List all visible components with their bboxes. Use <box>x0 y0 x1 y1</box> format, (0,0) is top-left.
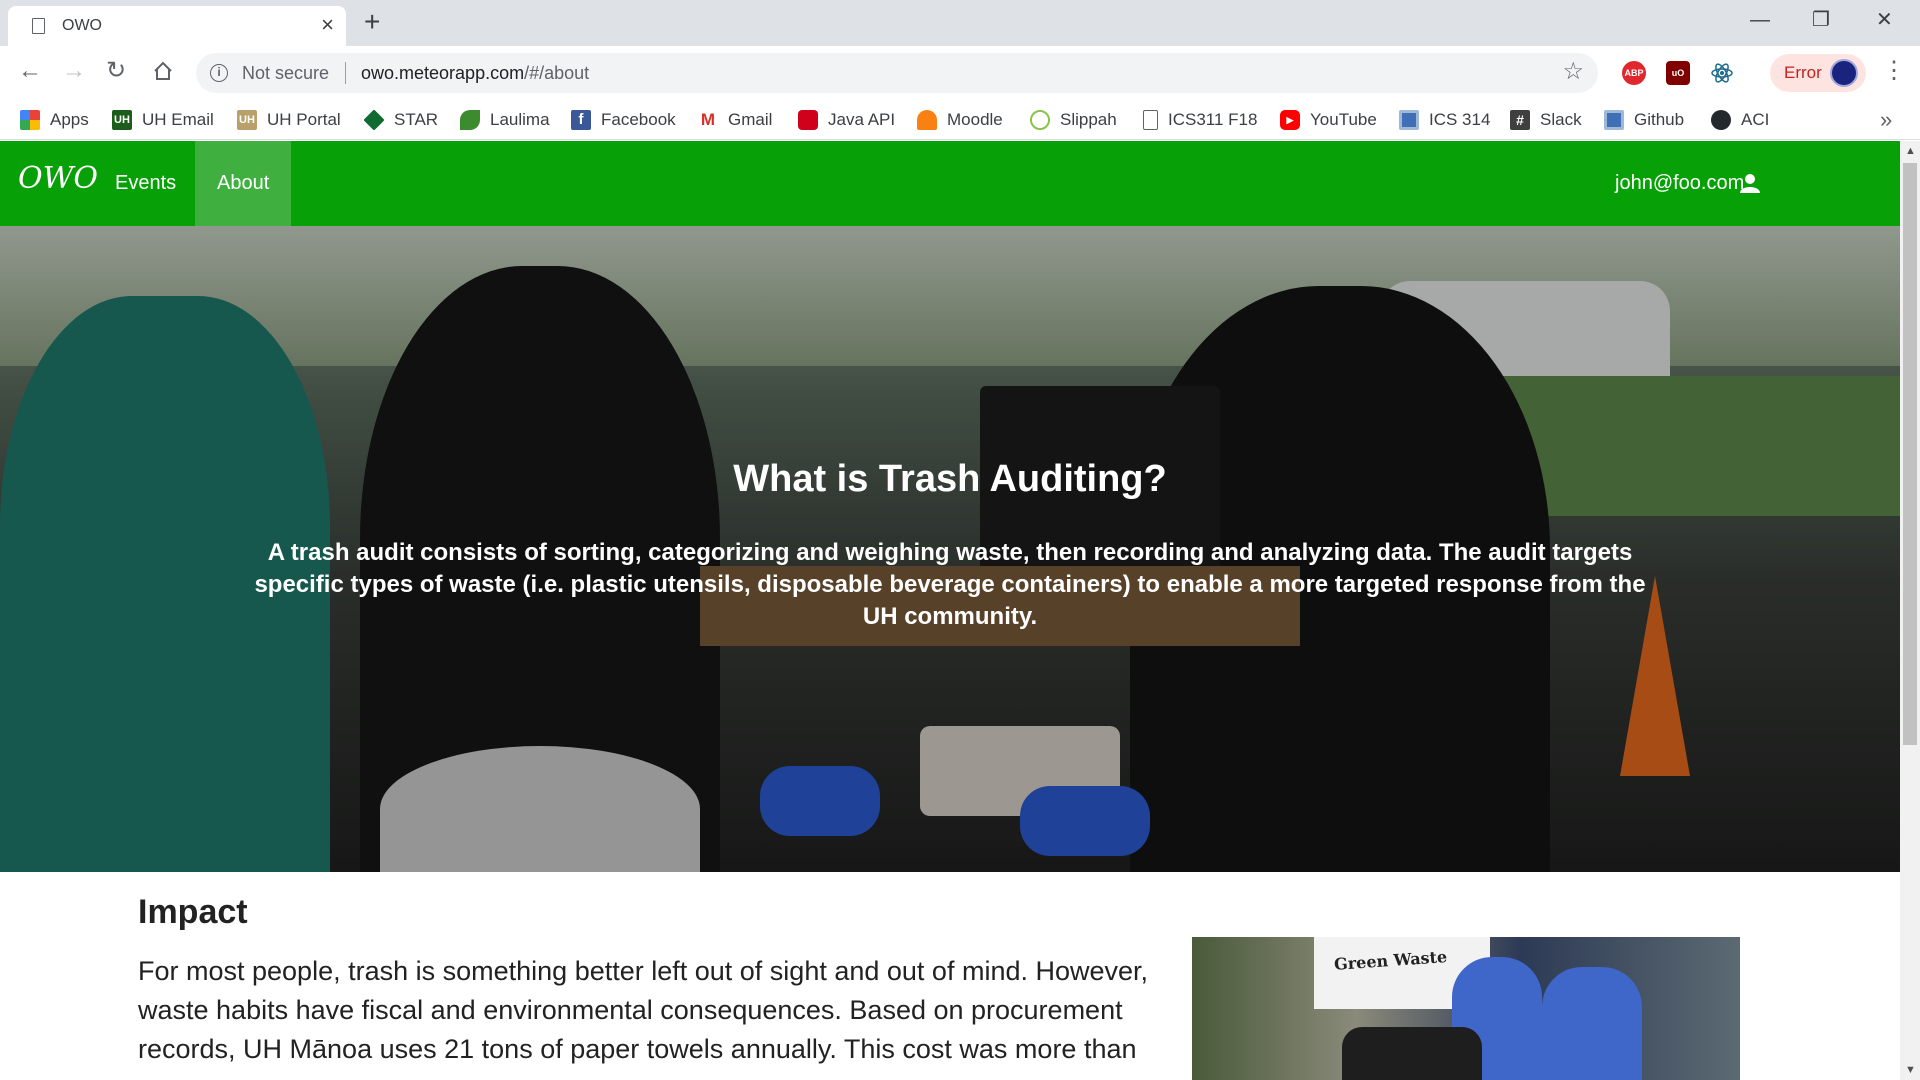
bookmark-label: Github <box>1634 110 1685 129</box>
leaf-icon <box>460 110 480 130</box>
hero-banner: What is Trash Auditing? A trash audit co… <box>0 226 1900 872</box>
minimize-icon[interactable]: — <box>1750 8 1770 32</box>
blue-glove <box>1542 967 1642 1080</box>
new-tab-button[interactable]: + <box>364 8 380 36</box>
browser-tab[interactable]: OWO × <box>8 6 346 46</box>
bookmark-uh-portal[interactable]: UH UH Portal <box>237 106 341 134</box>
forward-icon[interactable]: → <box>62 58 86 84</box>
bookmark-label: Facebook <box>601 110 676 129</box>
scroll-up-icon[interactable]: ▲ <box>1905 145 1916 157</box>
bookmark-label: STAR <box>394 110 439 129</box>
avatar <box>1830 59 1858 87</box>
youtube-icon: ▶ <box>1280 110 1300 130</box>
close-tab-icon[interactable]: × <box>321 14 334 36</box>
ublock-icon[interactable]: uO <box>1666 61 1690 85</box>
bookmark-ics311[interactable]: ICS311 F18 <box>1143 106 1257 134</box>
bookmarks-overflow-icon[interactable]: » <box>1880 106 1892 134</box>
kebab-menu-icon[interactable]: ⋮ <box>1882 56 1906 86</box>
url-path: /#/about <box>524 63 590 83</box>
bookmark-star-icon[interactable]: ☆ <box>1562 59 1584 85</box>
github-icon <box>1711 110 1731 130</box>
bookmark-label: UH Email <box>142 110 214 129</box>
scroll-down-icon[interactable]: ▼ <box>1905 1064 1916 1076</box>
bookmark-label: Java API <box>828 110 896 129</box>
bookmark-moodle[interactable]: Moodle <box>917 106 1003 134</box>
slippah-icon <box>1030 110 1050 130</box>
adblock-icon[interactable]: ABP <box>1622 61 1646 85</box>
trash-bag <box>1342 1027 1482 1080</box>
bookmark-facebook[interactable]: f Facebook <box>571 106 676 134</box>
bookmark-label: ICS311 F18 <box>1168 110 1258 129</box>
bookmark-java-api[interactable]: Java API <box>798 106 895 134</box>
bookmark-uh-email[interactable]: UH UH Email <box>112 106 214 134</box>
bookmark-ics314[interactable]: ICS 314 <box>1399 106 1490 134</box>
bookmark-label: Moodle <box>947 110 1003 129</box>
nav-about[interactable]: About <box>195 141 292 226</box>
bookmark-apps[interactable]: Apps <box>20 106 89 134</box>
bookmark-label: Slippah <box>1060 110 1117 129</box>
close-window-icon[interactable]: ✕ <box>1876 8 1893 32</box>
impact-photo: Green Waste <box>1192 937 1740 1080</box>
bookmark-label: ACI <box>1741 110 1770 129</box>
moodle-icon <box>917 110 937 130</box>
site-logo[interactable]: OWO <box>18 161 98 196</box>
bookmarks-bar: Apps UH UH Email UH UH Portal STAR Laulima… <box>0 100 1920 140</box>
nav-events[interactable]: Events <box>93 141 198 226</box>
hero-description: A trash audit consists of sorting, categ… <box>254 539 1646 630</box>
java-icon <box>798 110 818 130</box>
bookmark-slippah[interactable]: Slippah <box>1030 106 1117 134</box>
apps-grid-icon <box>20 110 40 130</box>
tab-strip: OWO × + — ❐ ✕ <box>0 0 1920 46</box>
slack-hash-icon: # <box>1510 110 1530 130</box>
blue-square-icon <box>1399 110 1419 130</box>
user-icon[interactable] <box>1740 173 1760 193</box>
sign-text: Green Waste <box>1333 947 1448 974</box>
uh-icon: UH <box>112 110 132 130</box>
home-icon[interactable] <box>152 60 174 82</box>
reload-icon[interactable]: ↻ <box>106 58 126 84</box>
bookmark-laulima[interactable]: Laulima <box>460 106 550 134</box>
page-scrollbar[interactable]: ▲ ▼ <box>1900 141 1920 1080</box>
react-devtools-icon[interactable] <box>1710 61 1734 85</box>
scroll-thumb[interactable] <box>1903 163 1917 745</box>
uh-icon: UH <box>237 110 257 130</box>
bookmark-label: Laulima <box>490 110 550 129</box>
bookmark-gmail[interactable]: M Gmail <box>698 106 772 134</box>
bookmark-label: Apps <box>50 110 89 129</box>
back-icon[interactable]: ← <box>18 58 42 84</box>
user-menu[interactable]: john@foo.com <box>1615 141 1744 226</box>
url-text[interactable]: owo.meteorapp.com/#/about <box>361 63 589 84</box>
tab-title: OWO <box>62 17 102 34</box>
blue-square-icon <box>1604 110 1624 130</box>
restore-icon[interactable]: ❐ <box>1812 8 1830 32</box>
bookmark-label: UH Portal <box>267 110 341 129</box>
url-separator <box>345 62 346 84</box>
bookmark-label: ICS 314 <box>1429 110 1491 129</box>
impact-heading: Impact <box>138 893 248 931</box>
profile-error-button[interactable]: Error <box>1770 54 1866 92</box>
bookmark-label: YouTube <box>1310 110 1377 129</box>
bookmark-label: Gmail <box>728 110 773 129</box>
error-label: Error <box>1784 63 1822 82</box>
bookmark-github[interactable]: Github <box>1604 106 1684 134</box>
page-viewport: OWO Events About john@foo.com What is Tr… <box>0 141 1900 1080</box>
site-navbar: OWO Events About john@foo.com <box>0 141 1900 226</box>
page-icon <box>32 18 45 34</box>
impact-paragraph: For most people, trash is something bett… <box>138 956 1149 1064</box>
bookmark-youtube[interactable]: ▶ YouTube <box>1280 106 1377 134</box>
info-icon[interactable]: i <box>210 64 228 82</box>
address-bar[interactable]: i Not secure owo.meteorapp.com/#/about ☆ <box>196 53 1598 93</box>
browser-toolbar: ← → ↻ i Not secure owo.meteorapp.com/#/a… <box>0 46 1920 100</box>
gmail-icon: M <box>698 110 718 130</box>
bookmark-star[interactable]: STAR <box>363 106 439 134</box>
hero-title: What is Trash Auditing? <box>733 458 1167 500</box>
security-label[interactable]: Not secure <box>242 63 329 84</box>
bookmark-slack[interactable]: # Slack <box>1510 106 1582 134</box>
star-diamond-icon <box>363 109 385 131</box>
facebook-icon: f <box>571 110 591 130</box>
bookmark-aci[interactable]: ACI <box>1711 106 1769 134</box>
url-host: owo.meteorapp.com <box>361 63 525 83</box>
document-icon <box>1143 110 1158 130</box>
bookmark-label: Slack <box>1540 110 1582 129</box>
